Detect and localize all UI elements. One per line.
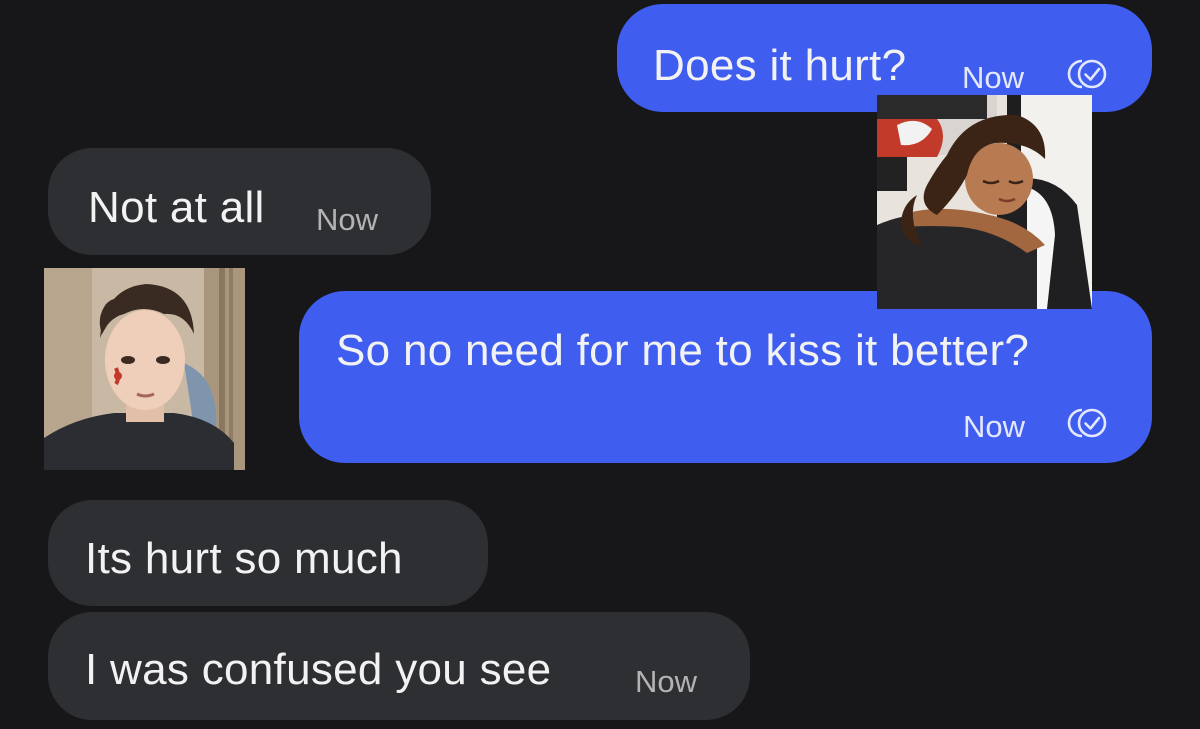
message-timestamp: Now [635,664,698,699]
read-receipt-icon [1067,408,1107,438]
message-timestamp: Now [316,202,379,237]
message-text: I was confused you see [85,645,552,694]
message-bubble-outgoing[interactable]: So no need for me to kiss it better? Now [299,291,1152,463]
message-bubble-incoming[interactable]: Its hurt so much [48,500,488,606]
young-man-bruised-face-photo [44,268,245,470]
message-text: Does it hurt? [653,41,907,90]
chat-screen: Does it hurt? Now Not at all Now So no n… [0,0,1200,729]
message-text: So no need for me to kiss it better? [336,326,1030,375]
message-bubble-incoming[interactable]: Not at all Now [48,148,431,255]
read-receipt-icon [1067,59,1107,89]
message-bubble-incoming[interactable]: I was confused you see Now [48,612,750,720]
woman-resting-head-photo [877,95,1092,309]
message-timestamp: Now [963,409,1026,444]
message-text: Not at all [88,183,265,232]
message-timestamp: Now [962,60,1025,95]
message-text: Its hurt so much [85,534,403,583]
